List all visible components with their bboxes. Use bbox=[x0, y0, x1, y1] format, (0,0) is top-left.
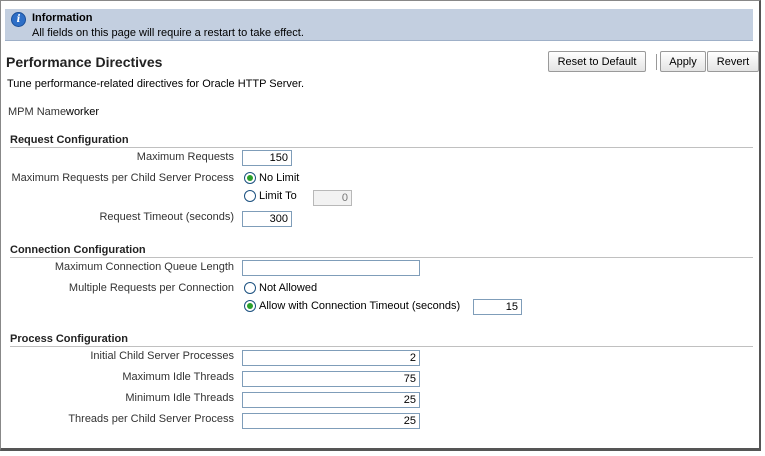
section-process-configuration: Process Configuration bbox=[10, 333, 753, 347]
max-idle-threads-label: Maximum Idle Threads bbox=[122, 371, 234, 383]
no-limit-label: No Limit bbox=[259, 172, 300, 184]
limit-to-input[interactable]: 0 bbox=[313, 190, 352, 206]
max-connection-queue-label: Maximum Connection Queue Length bbox=[54, 261, 234, 273]
threads-per-child-input[interactable]: 25 bbox=[242, 413, 420, 429]
min-idle-threads-label: Minimum Idle Threads bbox=[125, 392, 234, 404]
revert-button[interactable]: Revert bbox=[707, 51, 759, 72]
connection-timeout-input[interactable]: 15 bbox=[473, 299, 522, 315]
section-connection-configuration: Connection Configuration bbox=[10, 244, 753, 258]
initial-child-processes-label: Initial Child Server Processes bbox=[90, 350, 234, 362]
allow-with-timeout-label: Allow with Connection Timeout (seconds) bbox=[259, 300, 461, 312]
mpm-name-value: worker bbox=[66, 106, 100, 118]
info-icon: i bbox=[11, 12, 26, 27]
info-message: All fields on this page will require a r… bbox=[32, 27, 304, 39]
apply-button[interactable]: Apply bbox=[660, 51, 706, 72]
max-requests-input[interactable]: 150 bbox=[242, 150, 292, 166]
toolbar-separator bbox=[656, 54, 657, 70]
limit-to-radio[interactable] bbox=[244, 190, 256, 202]
not-allowed-radio[interactable] bbox=[244, 282, 256, 294]
info-banner: i Information All fields on this page wi… bbox=[5, 9, 753, 41]
request-timeout-input[interactable]: 300 bbox=[242, 211, 292, 227]
max-idle-threads-input[interactable]: 75 bbox=[242, 371, 420, 387]
max-requests-label: Maximum Requests bbox=[136, 151, 234, 163]
page-title: Performance Directives bbox=[6, 54, 163, 70]
mpm-name-label: MPM Name bbox=[8, 106, 67, 118]
page-description: Tune performance-related directives for … bbox=[7, 78, 305, 90]
section-request-configuration: Request Configuration bbox=[10, 134, 753, 148]
initial-child-processes-input[interactable]: 2 bbox=[242, 350, 420, 366]
allow-with-timeout-radio[interactable] bbox=[244, 300, 256, 312]
not-allowed-label: Not Allowed bbox=[259, 282, 318, 294]
min-idle-threads-input[interactable]: 25 bbox=[242, 392, 420, 408]
no-limit-radio[interactable] bbox=[244, 172, 256, 184]
multiple-requests-label: Multiple Requests per Connection bbox=[68, 282, 234, 294]
info-title: Information bbox=[32, 12, 93, 24]
max-requests-per-child-label: Maximum Requests per Child Server Proces… bbox=[11, 172, 234, 184]
reset-to-default-button[interactable]: Reset to Default bbox=[548, 51, 646, 72]
max-connection-queue-input[interactable] bbox=[242, 260, 420, 276]
threads-per-child-label: Threads per Child Server Process bbox=[68, 413, 234, 425]
limit-to-label: Limit To bbox=[259, 190, 297, 202]
request-timeout-label: Request Timeout (seconds) bbox=[99, 211, 234, 223]
